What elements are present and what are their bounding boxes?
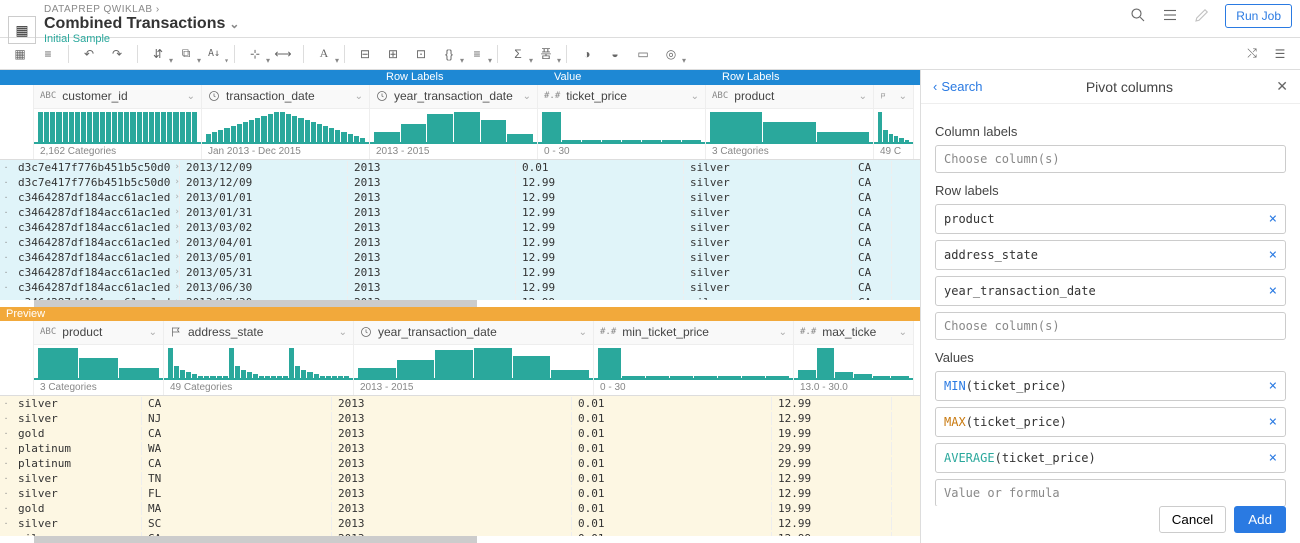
breadcrumb[interactable]: DATAPREP QWIKLAB › [44,4,239,15]
remove-icon[interactable]: × [1269,247,1277,263]
table-row[interactable]: ·c3464287df184acc61ac1ed›2013/05/0120131… [0,250,920,265]
column-header[interactable]: #.#max_ticke⌄ [794,321,913,345]
remove-icon[interactable]: × [1269,414,1277,430]
table-row[interactable]: ·silverTN20130.0112.99 [0,471,920,486]
table-row[interactable]: ·c3464287df184acc61ac1ed›2013/03/0220131… [0,220,920,235]
remove-icon[interactable]: × [1269,378,1277,394]
column-header[interactable]: transaction_date⌄ [202,85,369,109]
row-labels-label: Row labels [935,183,1286,198]
extract2-icon[interactable]: ⊞ [381,43,405,65]
column-labels-label: Column labels [935,124,1286,139]
join-icon[interactable]: ◑ [575,43,599,65]
split-icon[interactable]: ⊹ [243,43,267,65]
table-row[interactable]: ·c3464287df184acc61ac1ed›2013/01/3120131… [0,205,920,220]
table-row[interactable]: ·goldMA20130.0119.99 [0,501,920,516]
text-icon[interactable]: A [312,43,336,65]
add-button[interactable]: Add [1234,506,1286,533]
braces-icon[interactable]: {} [437,43,461,65]
extract3-icon[interactable]: ⊡ [409,43,433,65]
aggregate-icon[interactable]: 품 [534,43,558,65]
pivot-labels-bar: Row Labels Value Row Labels [0,70,920,85]
column-labels-input[interactable]: Choose column(s) [935,145,1286,173]
redo-icon[interactable]: ↷ [105,43,129,65]
table-row[interactable]: ·c3464287df184acc61ac1ed›2013/06/3020131… [0,280,920,295]
toolbar: ▦ ≡ ↶ ↷ ⇵ ⧉ A↓ ⊹ ⟷ A ⊟ ⊞ ⊡ {} ≡ Σ 품 ◑ ◒ … [0,38,1300,70]
column-header[interactable]: year_transaction_date⌄ [354,321,593,345]
value-chip[interactable]: MAX(ticket_price)× [935,407,1286,437]
run-job-button[interactable]: Run Job [1225,4,1292,28]
search-icon[interactable] [1129,6,1147,27]
value-chip[interactable]: AVERAGE(ticket_price)× [935,443,1286,473]
union-icon[interactable]: ◒ [603,43,627,65]
horizontal-scrollbar[interactable] [34,300,920,307]
merge-icon[interactable]: ⇵ [146,43,170,65]
table-row[interactable]: ·platinumCA20130.0129.99 [0,456,920,471]
table-row[interactable]: ·silverFL20130.0112.99 [0,486,920,501]
row-label-chip[interactable]: year_transaction_date× [935,276,1286,306]
filter-icon[interactable]: ≡ [465,43,489,65]
column-header[interactable]: #.#ticket_price⌄ [538,85,705,109]
table-row[interactable]: ·c3464287df184acc61ac1ed›2013/05/3120131… [0,265,920,280]
panel-title: Pivot columns [983,79,1277,95]
sigma-icon[interactable]: Σ [506,43,530,65]
values-label: Values [935,350,1286,365]
table-row[interactable]: ·c3464287df184acc61ac1ed›2013/01/0120131… [0,190,920,205]
copy-icon[interactable]: ⧉ [174,43,198,65]
remove-icon[interactable]: × [1269,450,1277,466]
remove-icon[interactable]: × [1269,283,1277,299]
row-labels-input[interactable]: Choose column(s) [935,312,1286,340]
column-header[interactable]: ABCcustomer_id⌄ [34,85,201,109]
cancel-button[interactable]: Cancel [1159,506,1227,533]
table-row[interactable]: ·platinumWA20130.0129.99 [0,441,920,456]
comment-icon[interactable]: ▭ [631,43,655,65]
column-header[interactable]: ⌄ [874,85,913,109]
list-icon[interactable] [1161,6,1179,27]
settings-icon[interactable]: ☰ [1268,43,1292,65]
target-icon[interactable]: ◎ [659,43,683,65]
table-row[interactable]: ·silverCA20130.0112.99 [0,396,920,411]
preview-bar: Preview [0,307,920,321]
value-chip[interactable]: MIN(ticket_price)× [935,371,1286,401]
column-header[interactable]: ABCproduct⌄ [34,321,163,345]
page-title[interactable]: Combined Transactions⌄ [44,15,239,33]
expand-icon[interactable]: ⟷ [271,43,295,65]
column-header[interactable]: address_state⌄ [164,321,353,345]
close-icon[interactable]: ✕ [1276,78,1288,95]
horizontal-scrollbar[interactable] [34,536,920,543]
column-header[interactable]: #.#min_ticket_price⌄ [594,321,793,345]
table-row[interactable]: ·silverNJ20130.0112.99 [0,411,920,426]
table-row[interactable]: ·c3464287df184acc61ac1ed›2013/04/0120131… [0,235,920,250]
pivot-panel: ‹ Search Pivot columns ✕ Column labels C… [920,70,1300,543]
row-label-chip[interactable]: product× [935,204,1286,234]
grid-view-icon[interactable]: ▦ [8,43,32,65]
remove-icon[interactable]: × [1269,211,1277,227]
table-row[interactable]: ·goldCA20130.0119.99 [0,426,920,441]
values-input[interactable]: Value or formula [935,479,1286,506]
search-link[interactable]: ‹ Search [933,79,983,94]
list-view-icon[interactable]: ≡ [36,43,60,65]
row-label-chip[interactable]: address_state× [935,240,1286,270]
table-row[interactable]: ·d3c7e417f776b451b5c50d0›2013/12/0920131… [0,175,920,190]
column-header[interactable]: year_transaction_date⌄ [370,85,537,109]
table-row[interactable]: ·d3c7e417f776b451b5c50d0›2013/12/0920130… [0,160,920,175]
table-row[interactable]: ·silverSC20130.0112.99 [0,516,920,531]
pencil-icon[interactable] [1193,6,1211,27]
dataset-icon: ▦ [8,16,36,44]
format-icon[interactable]: A↓ [202,43,226,65]
pivot-icon[interactable]: ⤭ [1240,43,1264,65]
undo-icon[interactable]: ↶ [77,43,101,65]
column-header[interactable]: ABCproduct⌄ [706,85,873,109]
extract-icon[interactable]: ⊟ [353,43,377,65]
